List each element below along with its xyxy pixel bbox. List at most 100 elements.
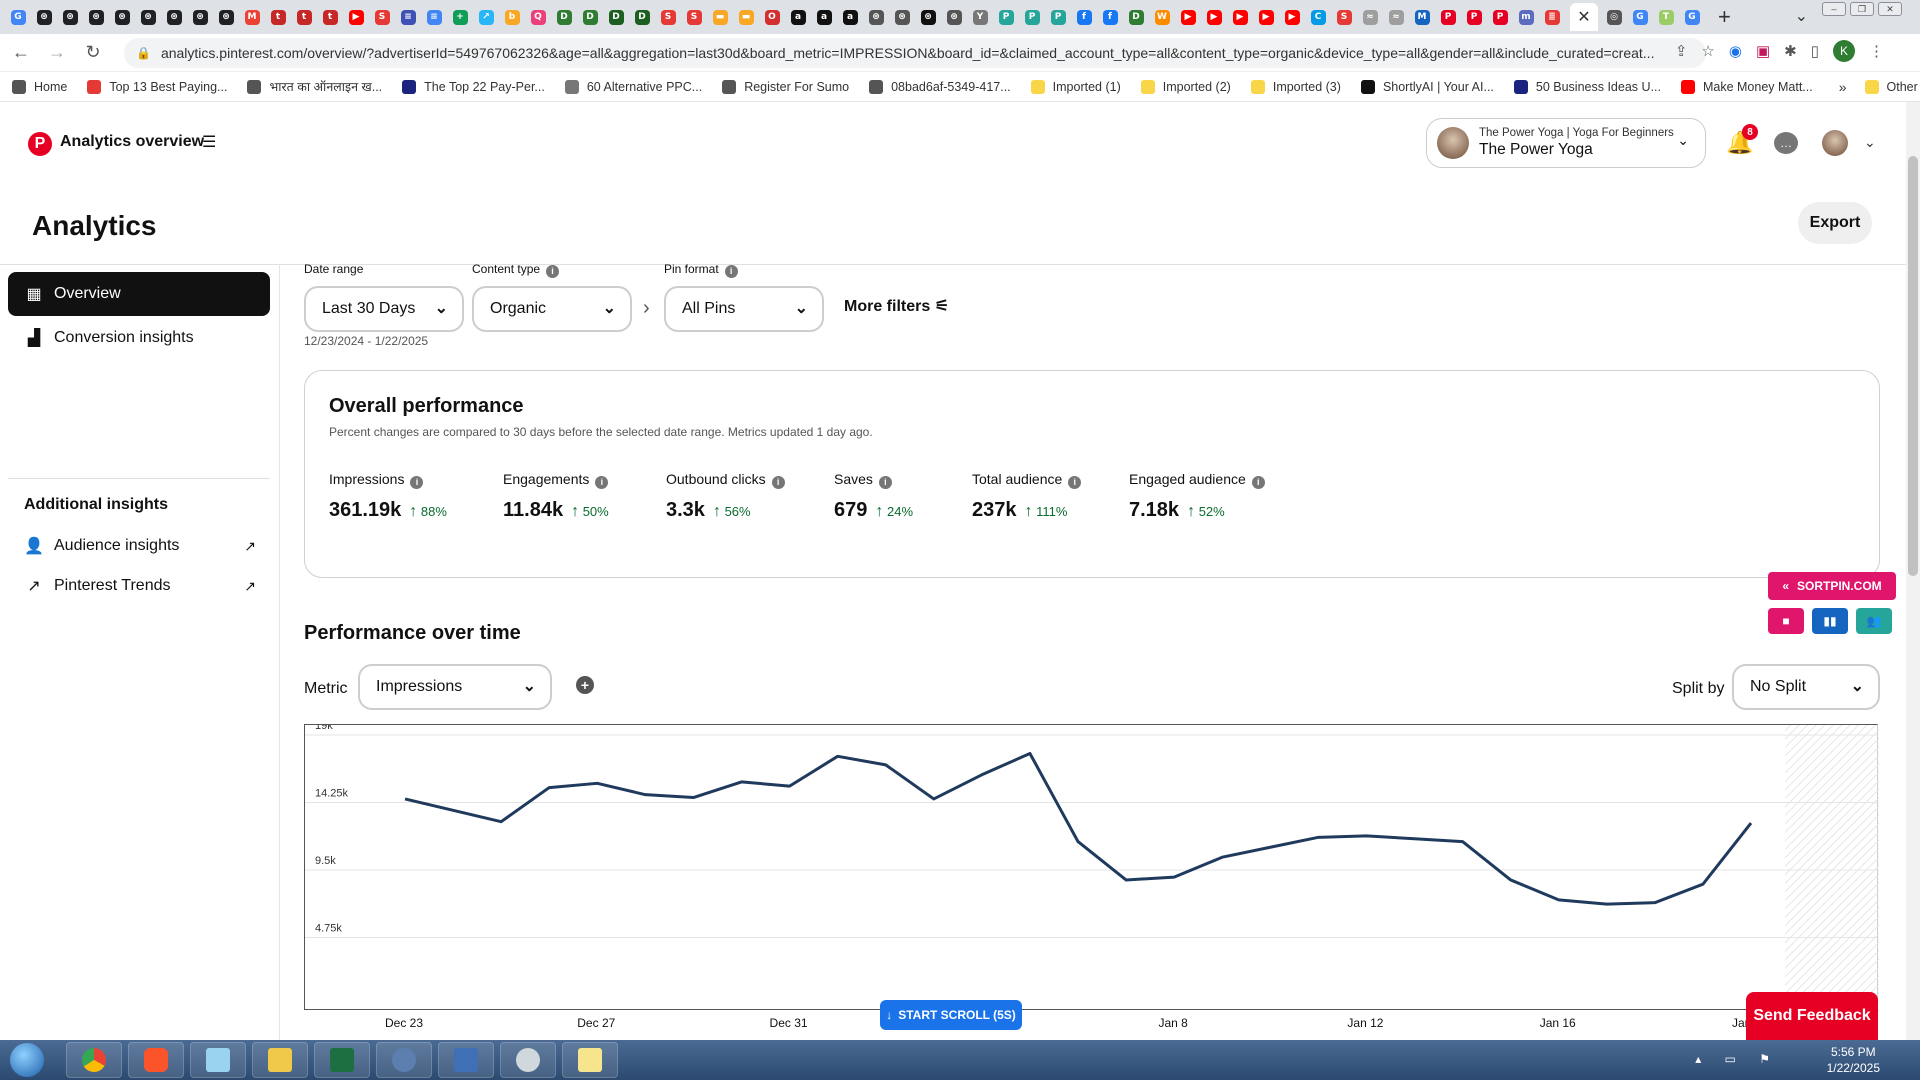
pin-format-select[interactable]: All Pins ⌄	[664, 286, 824, 332]
bookmark-item[interactable]: Imported (2)	[1140, 79, 1231, 94]
sidebar-item-conversion-insights[interactable]: ▟ Conversion insights	[8, 316, 270, 360]
scrollbar-thumb[interactable]	[1908, 156, 1918, 576]
data-point[interactable]	[1697, 878, 1709, 890]
info-icon[interactable]: i	[410, 476, 424, 489]
browser-tab-29[interactable]: O	[760, 5, 784, 29]
info-icon[interactable]: i	[878, 476, 892, 489]
browser-tab-49[interactable]: ▶	[1280, 5, 1304, 29]
bookmark-item[interactable]: Imported (3)	[1250, 79, 1341, 94]
url-input[interactable]: 🔒 analytics.pinterest.com/overview/?adve…	[124, 37, 1706, 68]
browser-tab-32[interactable]: a	[838, 5, 862, 29]
browser-tab-56[interactable]: P	[1462, 5, 1486, 29]
data-point[interactable]	[687, 792, 699, 804]
browser-tab-12[interactable]: t	[318, 5, 342, 29]
browser-tab-after-2[interactable]: T	[1654, 5, 1678, 29]
browser-tab-14[interactable]: S	[370, 5, 394, 29]
pinterest-logo-icon[interactable]: P	[28, 132, 52, 156]
bookmark-item[interactable]: Register For Sumo	[722, 79, 849, 94]
browser-tab-8[interactable]: ⊛	[214, 5, 238, 29]
bookmark-item[interactable]: ShortlyAI | Your AI...	[1360, 79, 1494, 94]
messages-icon[interactable]: …	[1774, 132, 1798, 154]
browser-tab-58[interactable]: m	[1514, 5, 1538, 29]
sortpin-users-icon[interactable]: 👥	[1856, 608, 1892, 634]
browser-tab-13[interactable]: ▶	[344, 5, 368, 29]
data-point[interactable]	[736, 776, 748, 788]
date-range-select[interactable]: Last 30 Days ⌄	[304, 286, 464, 332]
share-icon[interactable]: ⇪	[1675, 42, 1688, 60]
browser-tab-16[interactable]: ≡	[422, 5, 446, 29]
bookmark-star-icon[interactable]: ☆	[1701, 42, 1714, 60]
sidebar-item-audience-insights[interactable]: 👤 Audience insights ↗	[8, 524, 270, 568]
data-point[interactable]	[928, 793, 940, 805]
browser-tab-23[interactable]: D	[604, 5, 628, 29]
sortpin-bookmark-icon[interactable]: ■	[1768, 608, 1804, 634]
browser-tab-11[interactable]: t	[292, 5, 316, 29]
browser-tab-4[interactable]: ⊛	[110, 5, 134, 29]
browser-tab-38[interactable]: P	[994, 5, 1018, 29]
system-tray-icons[interactable]: ▴ ▭ ⚑	[1695, 1052, 1780, 1066]
bookmark-item[interactable]: Home	[12, 79, 67, 94]
browser-tab-50[interactable]: C	[1306, 5, 1330, 29]
browser-tab-40[interactable]: P	[1046, 5, 1070, 29]
browser-tab-17[interactable]: +	[448, 5, 472, 29]
data-point[interactable]	[1312, 831, 1324, 843]
data-point[interactable]	[1457, 836, 1469, 848]
browser-tab-5[interactable]: ⊛	[136, 5, 160, 29]
browser-tab-3[interactable]: ⊛	[84, 5, 108, 29]
data-point[interactable]	[543, 782, 555, 794]
new-tab-icon[interactable]: +	[1718, 4, 1731, 30]
browser-tab-57[interactable]: P	[1488, 5, 1512, 29]
data-point[interactable]	[784, 780, 796, 792]
info-icon[interactable]: i	[595, 476, 609, 489]
browser-tab-36[interactable]: ⊛	[942, 5, 966, 29]
data-point[interactable]	[639, 789, 651, 801]
metric-total-audience[interactable]: Total audience i 237k ↑ 111%	[972, 471, 1082, 522]
metric-saves[interactable]: Saves i 679 ↑ 24%	[834, 471, 913, 522]
browser-tab-34[interactable]: ⊛	[890, 5, 914, 29]
restore-icon[interactable]: ❐	[1850, 2, 1874, 16]
user-avatar[interactable]	[1822, 130, 1848, 156]
bookmark-item[interactable]: The Top 22 Pay-Per...	[402, 79, 545, 94]
sidebar-item-pinterest-trends[interactable]: ↗ Pinterest Trends ↗	[8, 564, 270, 608]
browser-tab-35[interactable]: ⊛	[916, 5, 940, 29]
browser-tab-52[interactable]: ≈	[1358, 5, 1382, 29]
data-point[interactable]	[880, 759, 892, 771]
data-point[interactable]	[1120, 874, 1132, 886]
notepad-taskbar-icon[interactable]	[190, 1042, 246, 1078]
browser-tab-24[interactable]: D	[630, 5, 654, 29]
browser-tab-18[interactable]: ↗	[474, 5, 498, 29]
info-icon[interactable]: i	[724, 265, 738, 278]
data-point[interactable]	[591, 777, 603, 789]
forward-icon[interactable]: →	[42, 42, 72, 63]
browser-tab-26[interactable]: S	[682, 5, 706, 29]
bookmark-item[interactable]: Imported (1)	[1030, 79, 1121, 94]
close-tab-icon[interactable]: ✕	[1570, 3, 1598, 31]
data-point[interactable]	[447, 804, 459, 816]
browser-tab-59[interactable]: ≣	[1540, 5, 1564, 29]
brave-taskbar-icon[interactable]	[128, 1042, 184, 1078]
bookmark-item[interactable]: Make Money Matt...	[1680, 79, 1813, 94]
metric-impressions[interactable]: Impressions i 361.19k ↑ 88%	[329, 471, 447, 522]
browser-tab-31[interactable]: a	[812, 5, 836, 29]
browser-tab-48[interactable]: ▶	[1254, 5, 1278, 29]
info-icon[interactable]: i	[771, 476, 785, 489]
send-feedback-button[interactable]: Send Feedback	[1746, 992, 1878, 1040]
data-point[interactable]	[1264, 841, 1276, 853]
browser-tab-37[interactable]: Y	[968, 5, 992, 29]
minimize-icon[interactable]: –	[1822, 2, 1846, 16]
account-switcher[interactable]: The Power Yoga | Yoga For Beginners The …	[1426, 118, 1706, 168]
sortpin-columns-icon[interactable]: ▮▮	[1812, 608, 1848, 634]
metric-select[interactable]: Impressions ⌄	[358, 664, 552, 710]
data-point[interactable]	[1024, 747, 1036, 759]
info-icon[interactable]: i	[1251, 476, 1265, 489]
data-point[interactable]	[1553, 894, 1565, 906]
bookmark-item[interactable]: 60 Alternative PPC...	[564, 79, 702, 94]
browser-tab-30[interactable]: a	[786, 5, 810, 29]
browser-tab-22[interactable]: D	[578, 5, 602, 29]
profile-avatar[interactable]: K	[1833, 40, 1855, 62]
add-metric-icon[interactable]: +	[576, 676, 594, 694]
browser-tab-20[interactable]: Q	[526, 5, 550, 29]
info-icon[interactable]: i	[546, 265, 560, 278]
browser-tab-55[interactable]: P	[1436, 5, 1460, 29]
browser-tab-45[interactable]: ▶	[1176, 5, 1200, 29]
